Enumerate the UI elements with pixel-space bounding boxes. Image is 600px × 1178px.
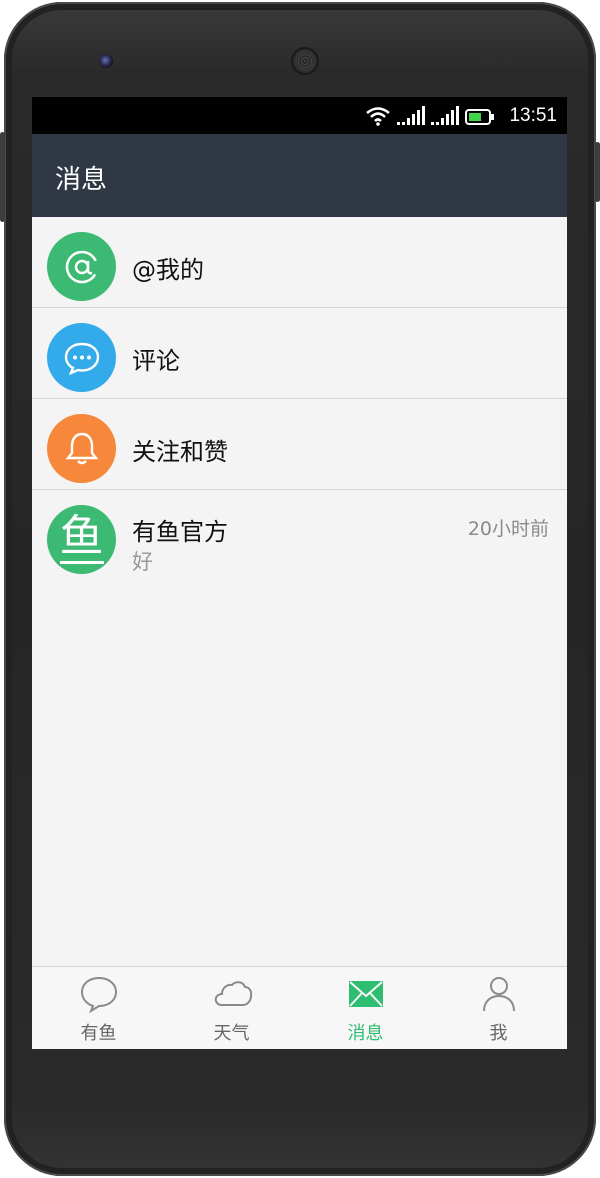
avatar: 鱼 bbox=[47, 505, 116, 574]
tab-messages[interactable]: 消息 bbox=[299, 967, 432, 1049]
front-camera bbox=[99, 54, 113, 68]
page-title: 消息 bbox=[55, 165, 108, 195]
list-item-label: @我的 bbox=[132, 256, 204, 284]
signal-icon bbox=[397, 106, 425, 125]
earpiece-speaker bbox=[291, 47, 319, 75]
battery-icon bbox=[465, 109, 494, 125]
cloud-icon bbox=[214, 981, 253, 1006]
conversation-item[interactable]: 鱼 有鱼官方 好 20小时前 bbox=[32, 490, 567, 586]
person-icon bbox=[483, 977, 515, 1012]
power-button bbox=[595, 142, 600, 202]
tab-label: 消息 bbox=[347, 1023, 384, 1044]
at-icon bbox=[47, 232, 116, 301]
signal-icon bbox=[431, 106, 459, 125]
list-item-mentions[interactable]: @我的 bbox=[32, 217, 567, 308]
app-bar: 消息 bbox=[32, 134, 567, 217]
sensor-dot bbox=[502, 56, 510, 64]
bell-icon bbox=[47, 414, 116, 483]
status-time: 13:51 bbox=[509, 105, 557, 126]
comment-bubble-icon bbox=[47, 323, 116, 392]
tab-youyu[interactable]: 有鱼 bbox=[32, 967, 165, 1049]
avatar-char: 鱼 bbox=[59, 511, 104, 564]
list-item-follows-likes[interactable]: 关注和赞 bbox=[32, 399, 567, 490]
tab-me[interactable]: 我 bbox=[432, 967, 565, 1049]
list-item-label: 关注和赞 bbox=[132, 438, 228, 466]
conversation-title: 有鱼官方 bbox=[132, 518, 228, 546]
tab-label: 我 bbox=[489, 1023, 508, 1044]
conversation-time: 20小时前 bbox=[467, 518, 549, 540]
message-category-list: @我的 评论 关注和赞 鱼 有鱼官方 好 20小时前 bbox=[32, 217, 567, 586]
status-bar: 13:51 bbox=[32, 97, 567, 134]
tab-label: 有鱼 bbox=[80, 1023, 117, 1044]
envelope-icon bbox=[349, 981, 383, 1007]
screen: 13:51 消息 @我的 评论 关注和赞 鱼 有鱼官方 好 20小时前 有鱼 天… bbox=[32, 97, 567, 1049]
volume-button bbox=[0, 132, 5, 222]
tab-weather[interactable]: 天气 bbox=[165, 967, 298, 1049]
conversation-preview: 好 bbox=[132, 550, 153, 574]
bottom-tab-bar: 有鱼 天气 消息 我 bbox=[32, 966, 567, 1049]
list-item-label: 评论 bbox=[132, 347, 180, 375]
tab-label: 天气 bbox=[213, 1023, 250, 1044]
status-icons bbox=[365, 106, 495, 126]
wifi-icon bbox=[366, 107, 390, 126]
list-item-comments[interactable]: 评论 bbox=[32, 308, 567, 399]
speech-bubble-icon bbox=[80, 976, 118, 1013]
sensor-dot bbox=[484, 56, 492, 64]
